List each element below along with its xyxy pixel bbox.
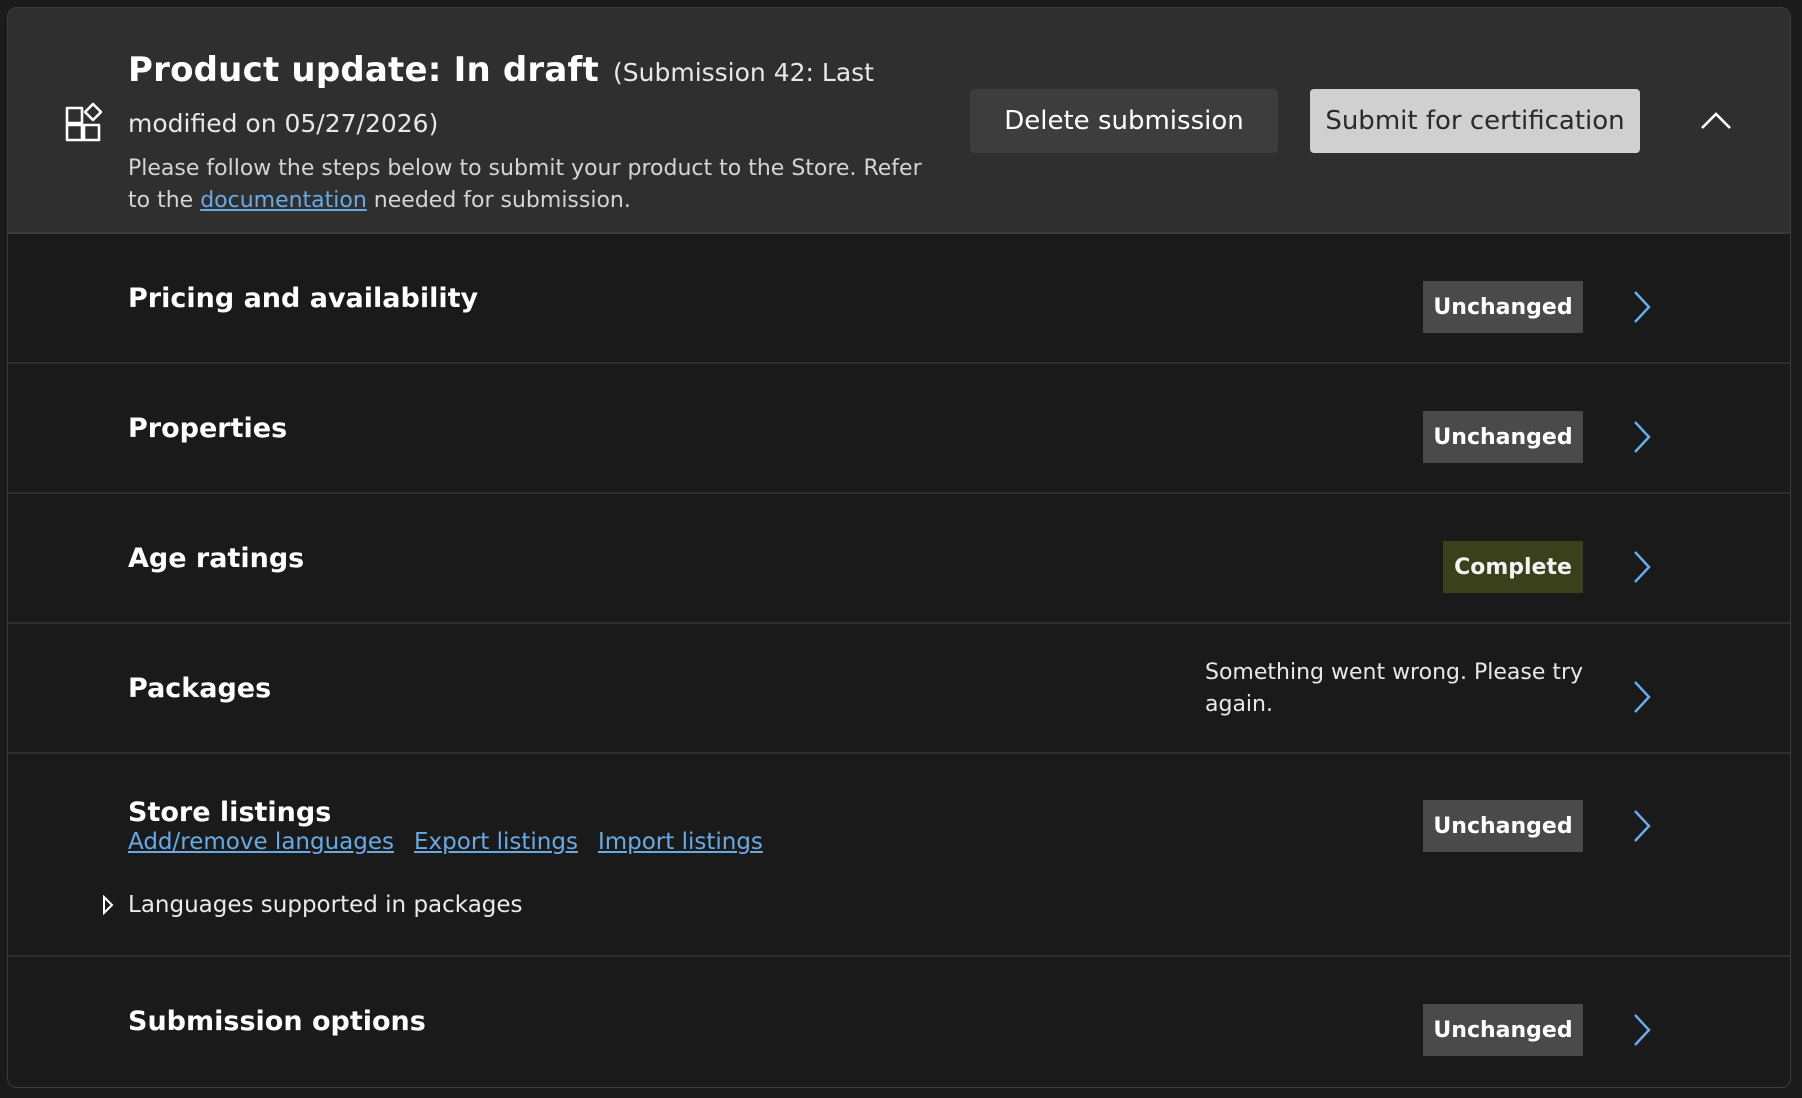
chevron-up-icon[interactable]: [1696, 106, 1736, 136]
row-properties[interactable]: Properties Unchanged: [8, 364, 1790, 494]
header-description: Please follow the steps below to submit …: [128, 153, 948, 217]
delete-submission-button[interactable]: Delete submission: [970, 89, 1278, 153]
chevron-right-icon[interactable]: [1630, 807, 1654, 845]
chevron-right-icon[interactable]: [1630, 548, 1654, 586]
status-badge: Unchanged: [1423, 411, 1583, 463]
add-remove-languages-link[interactable]: Add/remove languages: [128, 829, 394, 855]
row-store-listings[interactable]: Store listings Add/remove languages Expor…: [8, 754, 1790, 957]
export-listings-link[interactable]: Export listings: [414, 829, 578, 855]
error-message: Something went wrong. Please try again.: [1205, 660, 1584, 717]
submission-header: Product update: In draft (Submission 42: …: [8, 8, 1790, 234]
page-title: Product update: In draft: [128, 50, 599, 90]
status-badge: Unchanged: [1423, 1004, 1583, 1056]
row-age-ratings[interactable]: Age ratings Complete: [8, 494, 1790, 624]
submission-panel: Product update: In draft (Submission 42: …: [7, 7, 1791, 1088]
row-title: Properties: [128, 413, 288, 444]
expander-label: Languages supported in packages: [128, 892, 523, 918]
row-submission-options[interactable]: Submission options Unchanged: [8, 957, 1790, 1087]
languages-expander[interactable]: Languages supported in packages: [102, 892, 523, 918]
row-pricing-and-availability[interactable]: Pricing and availability Unchanged: [8, 234, 1790, 364]
documentation-link[interactable]: documentation: [200, 188, 367, 213]
status-badge: Unchanged: [1423, 800, 1583, 852]
row-title: Submission options: [128, 1006, 426, 1037]
chevron-right-icon[interactable]: [1630, 418, 1654, 456]
submit-for-certification-button[interactable]: Submit for certification: [1310, 89, 1640, 153]
chevron-right-icon[interactable]: [1630, 678, 1654, 716]
store-listing-links: Add/remove languages Export listings Impor…: [128, 829, 783, 855]
row-title: Packages: [128, 673, 272, 704]
title-line: Product update: In draft (Submission 42: …: [128, 46, 968, 151]
store-app-icon: [65, 102, 103, 142]
row-packages[interactable]: Packages Something went wrong. Please tr…: [8, 624, 1790, 754]
chevron-right-icon[interactable]: [1630, 288, 1654, 326]
row-title: Store listings: [128, 797, 332, 828]
status-badge: Complete: [1443, 541, 1583, 593]
row-title: Age ratings: [128, 543, 305, 574]
caret-right-icon: [103, 895, 114, 915]
row-title: Pricing and availability: [128, 283, 479, 314]
description-text-end: needed for submission.: [366, 188, 631, 213]
header-text: Product update: In draft (Submission 42: …: [128, 46, 968, 217]
status-badge: Unchanged: [1423, 281, 1583, 333]
import-listings-link[interactable]: Import listings: [598, 829, 763, 855]
chevron-right-icon[interactable]: [1630, 1011, 1654, 1049]
